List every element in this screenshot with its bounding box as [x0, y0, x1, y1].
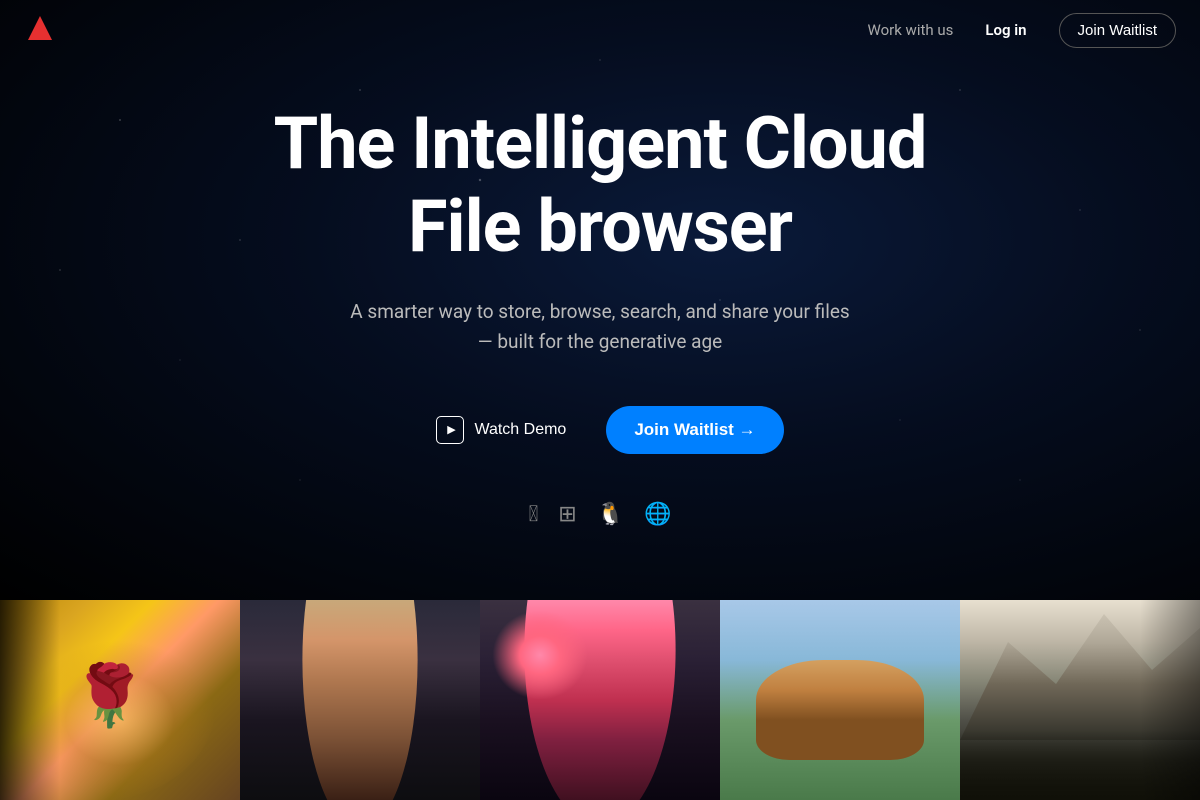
platform-icons:  ⊞ 🐧 🌐 — [528, 502, 671, 527]
navbar: Work with us Log in Join Waitlist — [0, 0, 1200, 60]
hero-buttons: Watch Demo Join Waitlist → — [416, 402, 783, 458]
strip-image-mountain — [960, 600, 1200, 800]
strip-image-roses — [0, 600, 240, 800]
strip-image-woman-pink — [480, 600, 720, 800]
hero-subtitle: A smarter way to store, browse, search, … — [350, 297, 849, 358]
watch-demo-button[interactable]: Watch Demo — [416, 402, 586, 458]
join-waitlist-nav-button[interactable]: Join Waitlist — [1059, 13, 1176, 48]
strip-image-woman-dark — [240, 600, 480, 800]
hero-title-line1: The Intelligent Cloud — [274, 101, 927, 186]
hero-subtitle-line2: — built for the generative age — [478, 330, 722, 353]
linux-icon: 🐧 — [597, 502, 624, 527]
windows-icon: ⊞ — [558, 502, 576, 527]
play-icon — [436, 416, 464, 444]
login-link[interactable]: Log in — [985, 21, 1026, 39]
image-strip — [0, 600, 1200, 800]
hero-section: The Intelligent Cloud File browser A sma… — [0, 0, 1200, 600]
work-with-us-link[interactable]: Work with us — [868, 21, 954, 39]
hero-title: The Intelligent Cloud File browser — [274, 103, 927, 269]
watch-demo-label: Watch Demo — [474, 421, 566, 439]
nav-links: Work with us Log in Join Waitlist — [868, 13, 1176, 48]
apple-icon:  — [528, 502, 538, 527]
logo[interactable] — [24, 12, 56, 48]
web-icon: 🌐 — [644, 502, 671, 527]
join-waitlist-hero-button[interactable]: Join Waitlist → — [606, 406, 783, 454]
hero-title-line2: File browser — [408, 184, 792, 269]
hero-subtitle-line1: A smarter way to store, browse, search, … — [350, 300, 849, 323]
strip-image-corgi — [720, 600, 960, 800]
